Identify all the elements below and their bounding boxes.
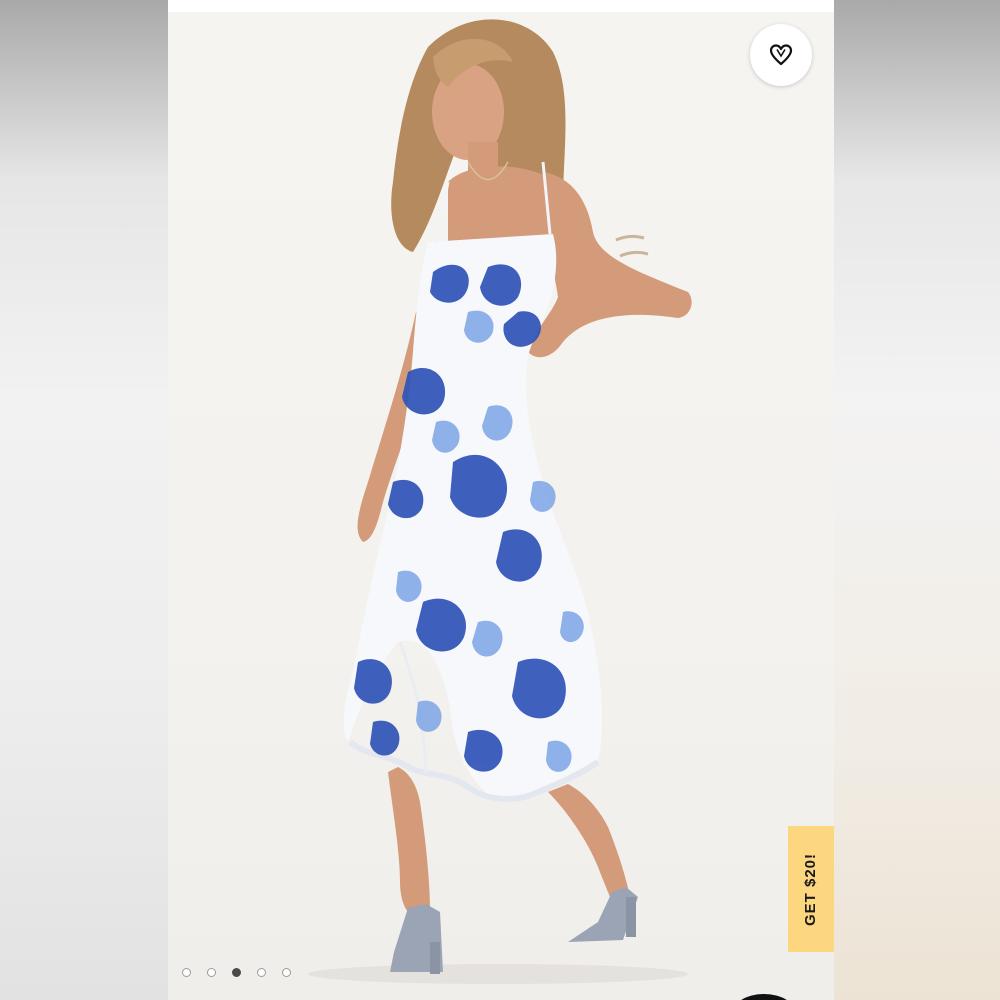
model-illustration: [308, 19, 692, 984]
product-photo[interactable]: GET $20!: [168, 12, 834, 1000]
top-band: [168, 0, 834, 12]
heart-icon: [769, 44, 793, 66]
carousel-dot[interactable]: [282, 968, 291, 977]
background-left: [0, 0, 168, 1000]
carousel-dot-active[interactable]: [232, 968, 241, 977]
favorite-button[interactable]: [750, 24, 812, 86]
carousel-dot[interactable]: [207, 968, 216, 977]
promo-tab[interactable]: GET $20!: [788, 826, 834, 952]
carousel-dot[interactable]: [257, 968, 266, 977]
promo-label: GET $20!: [802, 852, 820, 926]
carousel-indicators: [182, 968, 291, 977]
background-right: [834, 0, 1000, 1000]
carousel-dot[interactable]: [182, 968, 191, 977]
